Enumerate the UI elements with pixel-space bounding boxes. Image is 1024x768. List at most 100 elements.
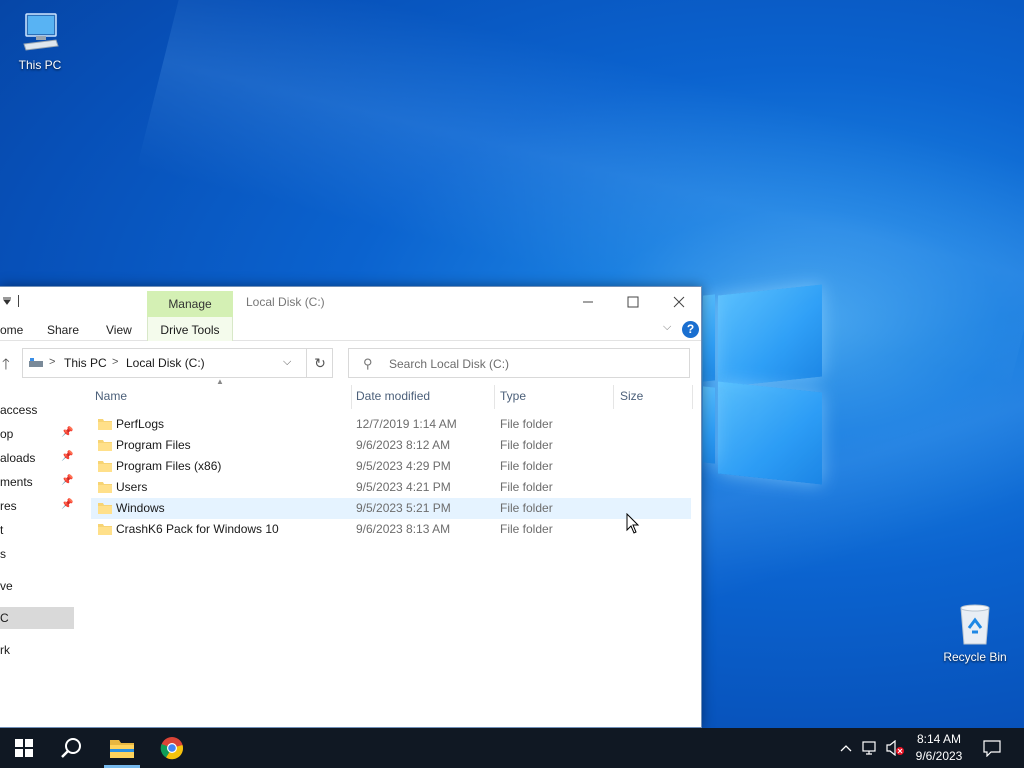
volume-button[interactable] <box>884 728 906 768</box>
column-header-type[interactable]: Type <box>495 385 613 409</box>
file-date: 12/7/2019 1:14 AM <box>356 417 457 431</box>
maximize-button[interactable] <box>610 287 656 317</box>
search-box[interactable]: ⚲ Search Local Disk (C:) <box>348 348 690 378</box>
refresh-icon[interactable]: ↻ <box>306 349 333 377</box>
file-type: File folder <box>500 522 553 536</box>
folder-icon <box>98 461 112 472</box>
nav-item-label: op <box>0 427 14 441</box>
nav-item-label: t <box>0 523 4 537</box>
nav-item-documents[interactable]: ments 📌 <box>0 475 74 497</box>
folder-icon <box>98 419 112 430</box>
file-name: Program Files (x86) <box>116 459 222 473</box>
file-type: File folder <box>500 480 553 494</box>
close-icon <box>673 296 685 308</box>
file-name: CrashK6 Pack for Windows 10 <box>116 522 279 536</box>
folder-icon <box>98 524 112 535</box>
ribbon-tabs: ome Share View Drive Tools ⌵ ? <box>0 317 701 341</box>
nav-item-downloads[interactable]: aloads 📌 <box>0 451 74 473</box>
folder-icon <box>98 503 112 514</box>
table-row[interactable]: Users 9/5/2023 4:21 PM File folder <box>91 477 691 498</box>
chrome-taskbar-button[interactable] <box>148 728 196 768</box>
folder-icon <box>98 482 112 493</box>
nav-item-pictures[interactable]: res 📌 <box>0 499 74 521</box>
desktop-icon-label: This PC <box>18 58 62 72</box>
file-date: 9/6/2023 8:12 AM <box>356 438 451 452</box>
breadcrumb-this-pc[interactable]: This PC <box>64 356 107 370</box>
start-icon <box>15 739 33 757</box>
nav-item-onedrive[interactable]: ve <box>0 579 74 601</box>
breadcrumb-local-disk[interactable]: Local Disk (C:) <box>126 356 205 370</box>
file-date: 9/6/2023 8:13 AM <box>356 522 451 536</box>
address-dropdown-icon[interactable]: ⌵ <box>283 356 291 369</box>
maximize-icon <box>627 296 639 308</box>
windows-logo-tile <box>718 284 822 388</box>
tab-share[interactable]: Share <box>47 323 79 337</box>
toolbar-divider <box>18 295 19 307</box>
file-type: File folder <box>500 459 553 473</box>
nav-item-quick-access[interactable]: access <box>0 403 74 425</box>
column-header-name[interactable]: Name <box>89 385 351 409</box>
file-explorer-window: Manage Local Disk (C:) ome Share View Dr… <box>0 286 702 728</box>
pin-icon: 📌 <box>61 499 74 510</box>
pin-icon: 📌 <box>61 451 74 462</box>
notification-icon <box>983 740 1001 757</box>
desktop-icon-this-pc[interactable]: This PC <box>0 10 80 72</box>
column-header-date[interactable]: Date modified <box>352 385 494 409</box>
search-icon <box>61 738 81 758</box>
file-date: 9/5/2023 4:29 PM <box>356 459 451 473</box>
network-icon <box>862 741 876 755</box>
nav-item-folder[interactable]: t <box>0 523 74 545</box>
nav-item-folder[interactable]: s <box>0 547 74 569</box>
tab-manage[interactable]: Manage <box>147 291 233 317</box>
show-hidden-icons-button[interactable] <box>838 728 854 768</box>
table-row[interactable]: Program Files 9/6/2023 8:12 AM File fold… <box>91 435 691 456</box>
table-row[interactable]: Windows 9/5/2023 5:21 PM File folder <box>91 498 691 519</box>
column-divider[interactable] <box>692 385 693 409</box>
expand-ribbon-icon[interactable]: ⌵ <box>663 321 671 334</box>
file-explorer-taskbar-button[interactable] <box>98 728 146 768</box>
minimize-button[interactable] <box>565 287 611 317</box>
file-date: 9/5/2023 5:21 PM <box>356 501 451 515</box>
nav-item-label: res <box>0 499 17 513</box>
tab-view[interactable]: View <box>106 323 132 337</box>
column-header-size[interactable]: Size <box>614 385 692 409</box>
desktop-icon-recycle-bin[interactable]: Recycle Bin <box>935 602 1015 664</box>
table-row[interactable]: Program Files (x86) 9/5/2023 4:29 PM Fil… <box>91 456 691 477</box>
volume-muted-icon <box>886 740 904 756</box>
nav-item-desktop[interactable]: op 📌 <box>0 427 74 449</box>
nav-item-network[interactable]: rk <box>0 643 74 665</box>
notifications-button[interactable] <box>978 728 1006 768</box>
nav-item-label: access <box>0 403 38 417</box>
pin-icon: 📌 <box>61 475 74 486</box>
window-title: Local Disk (C:) <box>246 295 325 309</box>
start-button[interactable] <box>0 728 48 768</box>
address-bar[interactable]: > This PC > Local Disk (C:) ⌵ ↻ <box>22 348 333 378</box>
drive-icon <box>29 358 43 367</box>
minimize-icon <box>583 301 593 303</box>
clock-date: 9/6/2023 <box>915 749 963 763</box>
search-button[interactable] <box>48 728 96 768</box>
nav-item-label: s <box>0 547 6 561</box>
file-list: ▲ Name Date modified Type Size PerfLogs … <box>89 377 701 729</box>
folder-icon <box>98 440 112 451</box>
tab-drive-tools[interactable]: Drive Tools <box>147 317 233 341</box>
nav-item-label: ments <box>0 475 33 489</box>
up-arrow-icon[interactable]: 🡑 <box>2 354 16 373</box>
title-bar[interactable]: Manage Local Disk (C:) <box>0 287 701 317</box>
table-row[interactable]: PerfLogs 12/7/2019 1:14 AM File folder <box>91 414 691 435</box>
file-type: File folder <box>500 438 553 452</box>
help-icon[interactable]: ? <box>682 321 699 338</box>
quick-access-dropdown-icon[interactable] <box>3 297 11 305</box>
system-clock[interactable]: 8:14 AM 9/6/2023 <box>905 731 973 765</box>
network-button[interactable] <box>860 728 882 768</box>
nav-item-this-pc[interactable]: C <box>0 607 74 629</box>
close-button[interactable] <box>656 287 702 317</box>
table-row[interactable]: CrashK6 Pack for Windows 10 9/6/2023 8:1… <box>91 519 691 540</box>
windows-logo-tile <box>718 381 822 485</box>
file-name: Program Files <box>116 438 191 452</box>
navigation-pane: access op 📌 aloads 📌 ments 📌 res 📌 t s ve C … <box>0 385 74 729</box>
tab-home[interactable]: ome <box>0 323 23 337</box>
file-name: PerfLogs <box>116 417 165 431</box>
search-placeholder: Search Local Disk (C:) <box>389 357 510 371</box>
file-date: 9/5/2023 4:21 PM <box>356 480 451 494</box>
